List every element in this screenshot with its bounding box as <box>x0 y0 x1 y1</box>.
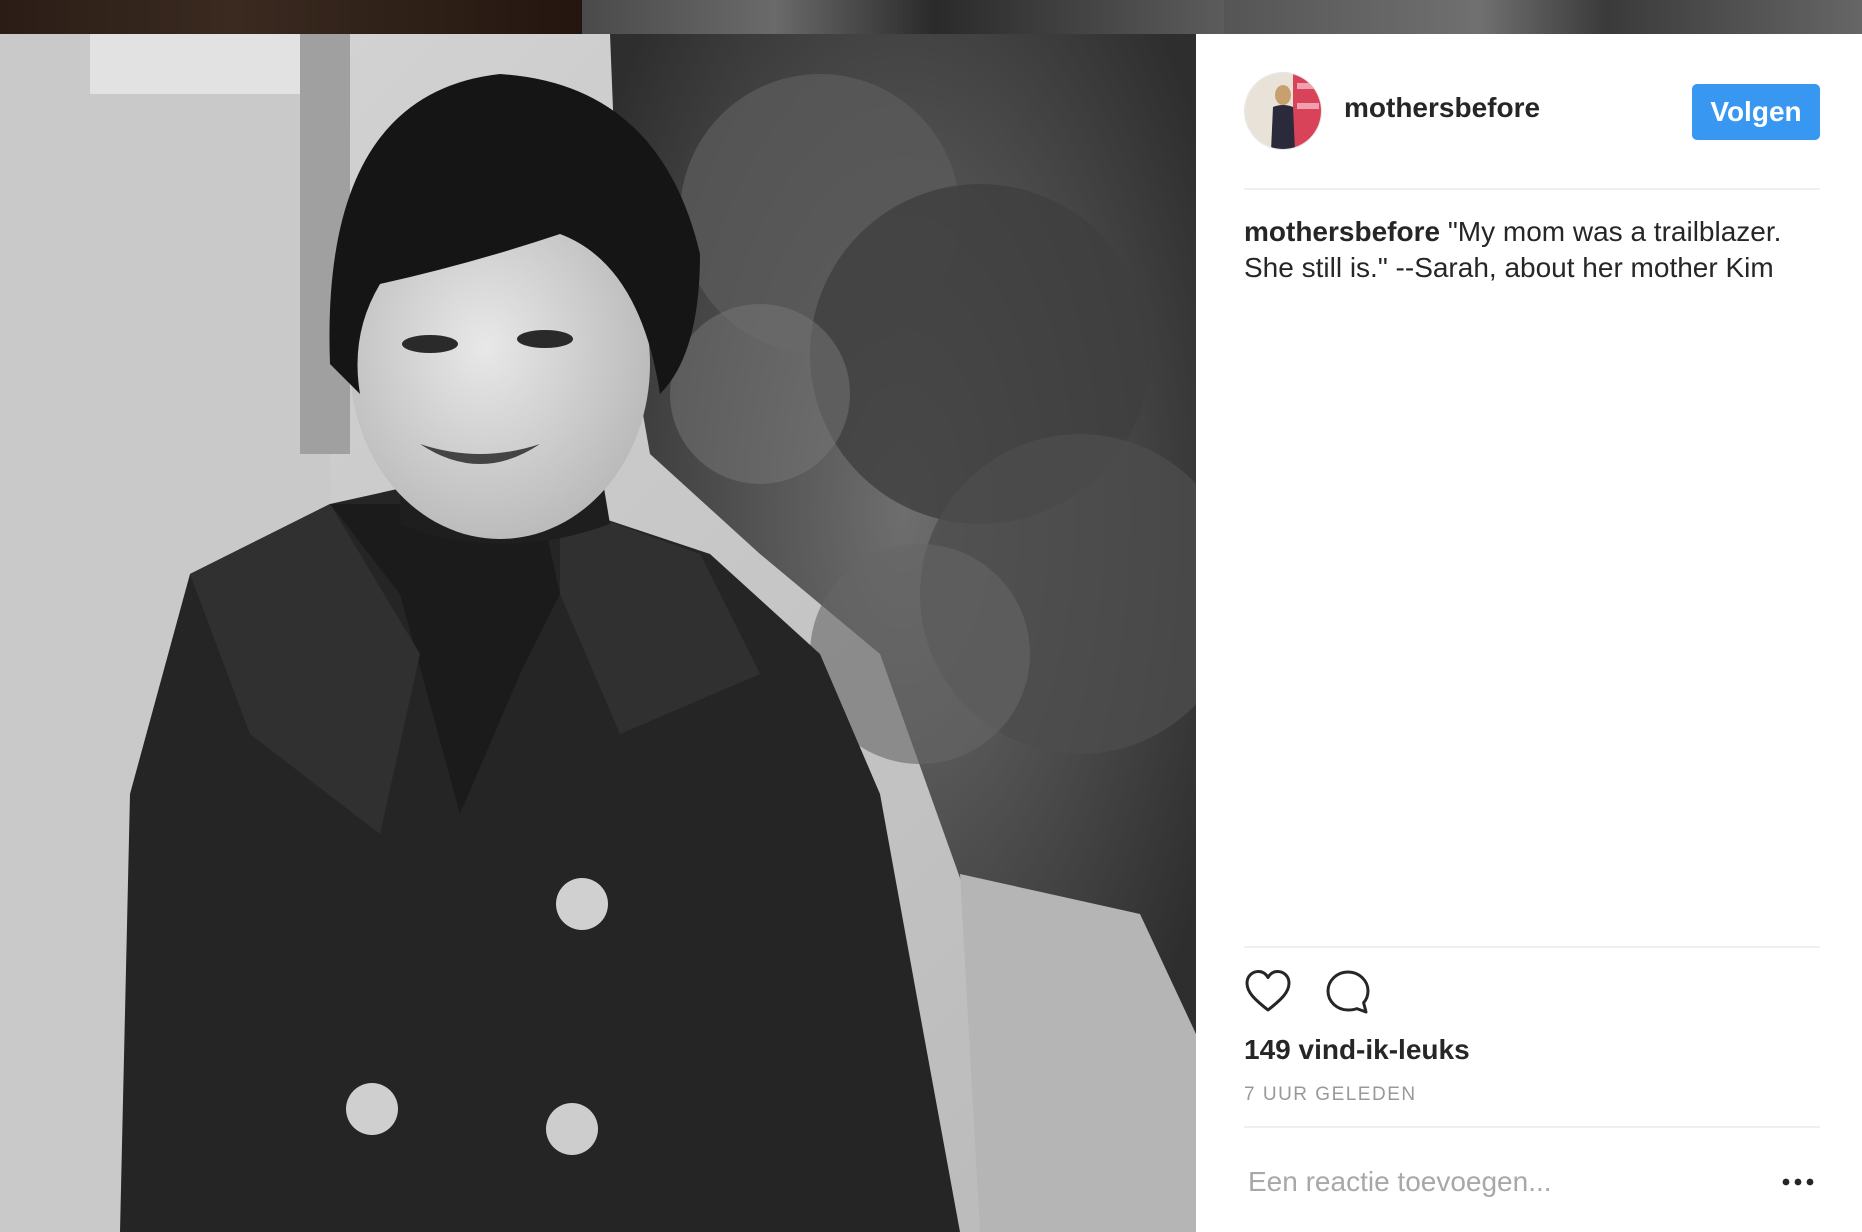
background-thumbnail <box>582 0 1224 34</box>
background-thumbnails <box>0 0 1862 34</box>
post-side-panel: mothersbefore Volgen mothersbefore "My m… <box>1196 34 1862 1232</box>
likes-count[interactable]: 149 vind-ik-leuks <box>1244 1034 1470 1066</box>
background-thumbnail <box>0 0 582 34</box>
background-thumbnail <box>1224 0 1862 34</box>
comment-input[interactable] <box>1244 1162 1732 1202</box>
follow-button[interactable]: Volgen <box>1692 84 1820 140</box>
caption-username-link[interactable]: mothersbefore <box>1244 216 1440 247</box>
comment-icon[interactable] <box>1324 968 1372 1016</box>
comment-divider <box>1244 1126 1820 1128</box>
post-timestamp[interactable]: 7 UUR GELEDEN <box>1244 1084 1417 1106</box>
action-bar <box>1244 968 1444 1018</box>
username-link[interactable]: mothersbefore <box>1344 92 1540 124</box>
actions-divider <box>1244 946 1820 948</box>
more-icon[interactable] <box>1776 1162 1820 1202</box>
post-caption: mothersbefore "My mom was a trailblazer.… <box>1244 214 1834 286</box>
heart-icon[interactable] <box>1244 968 1292 1016</box>
post-header: mothersbefore Volgen <box>1244 72 1820 150</box>
header-divider <box>1244 188 1820 190</box>
avatar[interactable] <box>1244 72 1322 150</box>
post-photo <box>0 34 1196 1232</box>
